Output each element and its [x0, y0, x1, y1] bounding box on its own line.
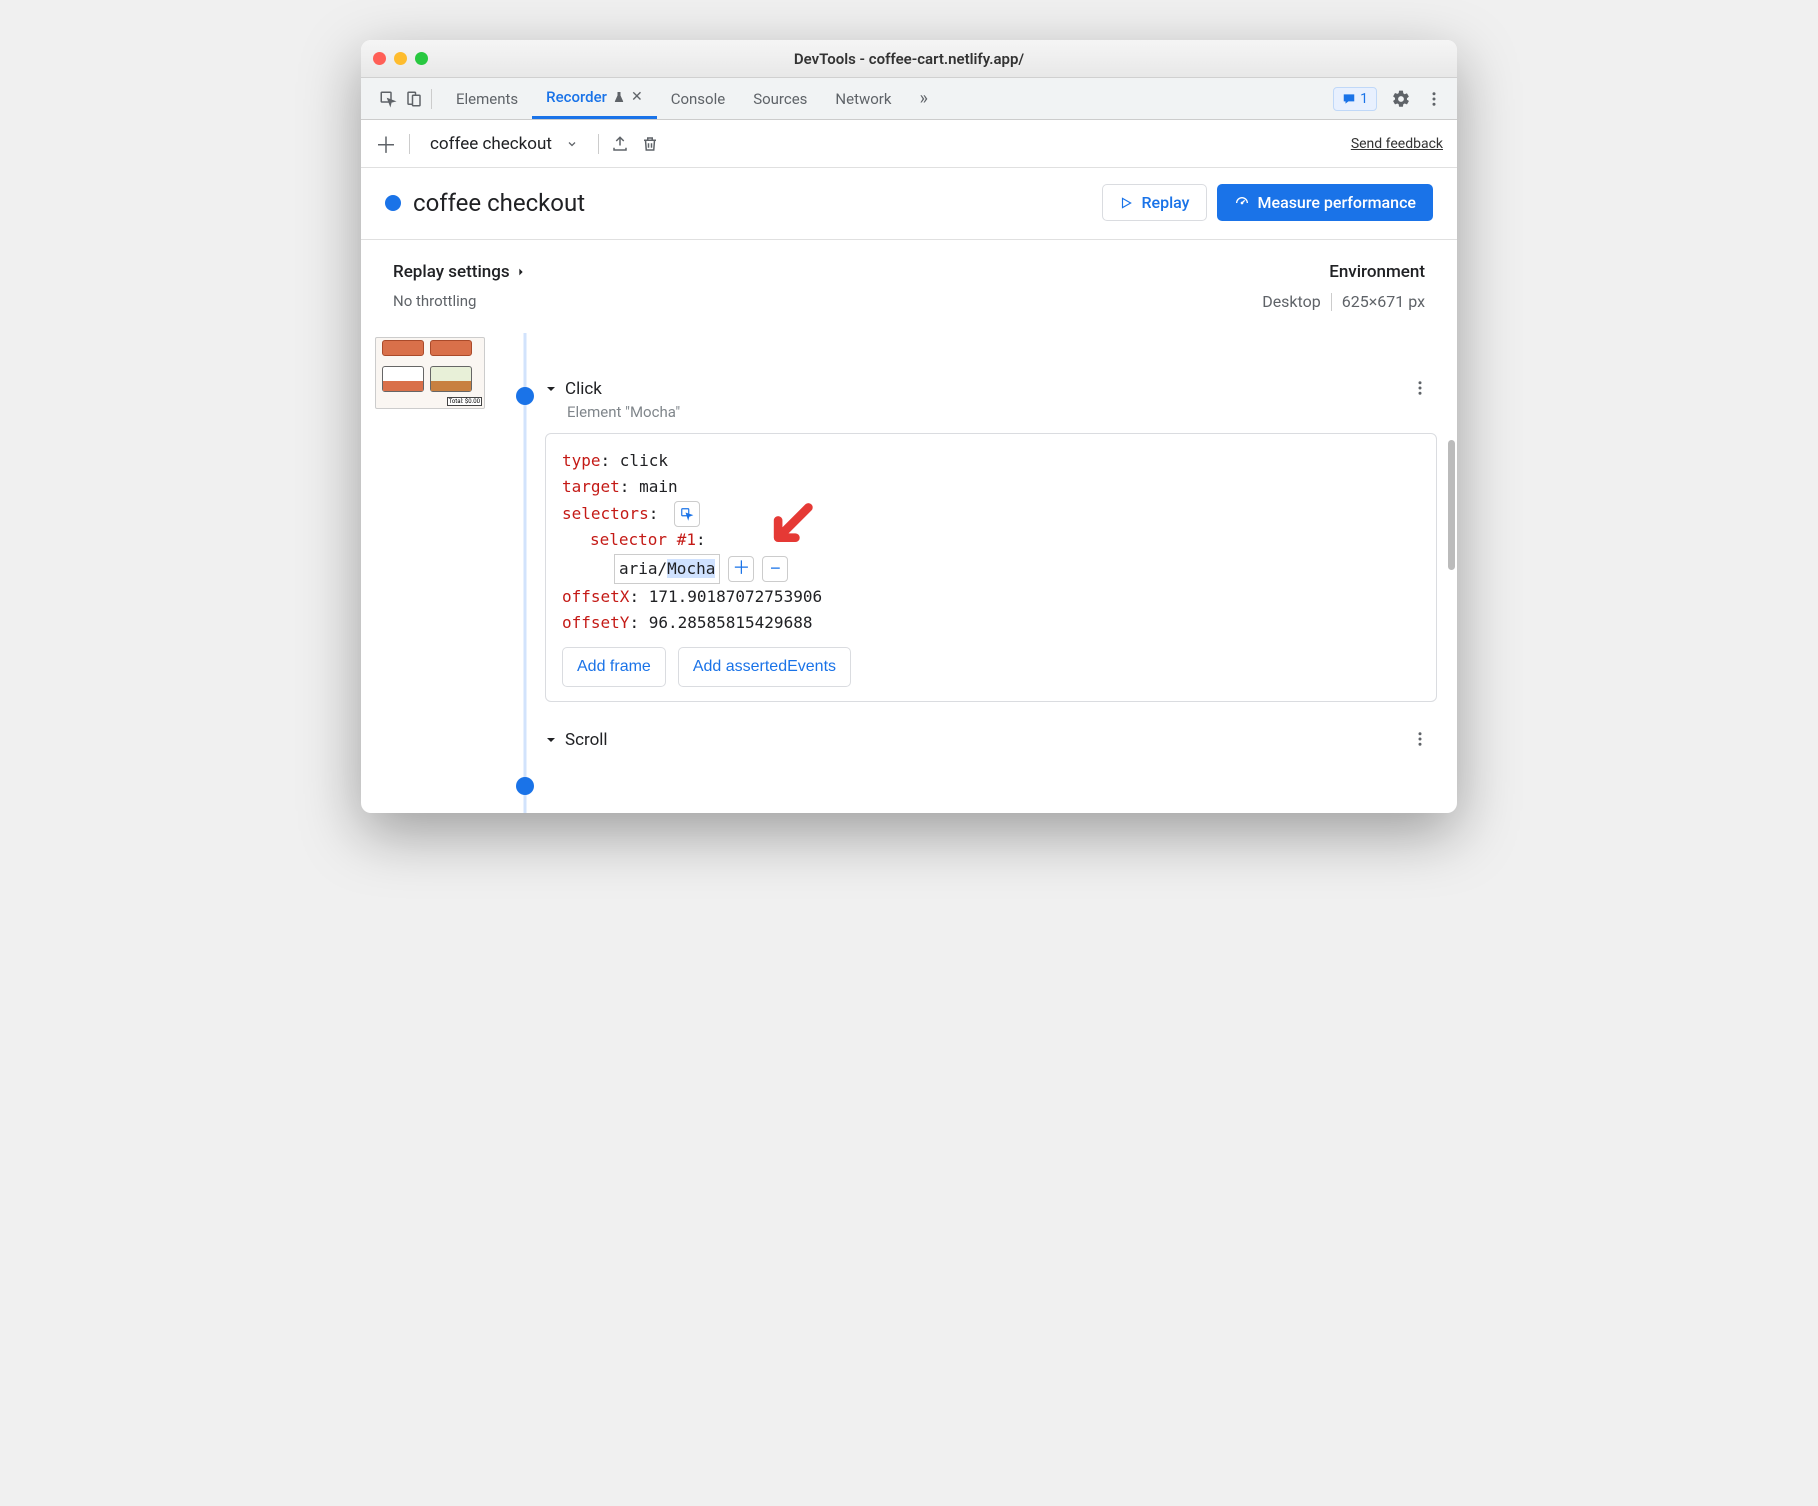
remove-selector-button[interactable]: − [762, 556, 788, 582]
step-title: Scroll [565, 730, 608, 750]
inspect-element-icon[interactable] [379, 90, 397, 108]
tab-elements[interactable]: Elements [442, 78, 532, 119]
chevron-down-icon [566, 138, 578, 150]
gauge-icon [1234, 195, 1250, 211]
add-frame-button[interactable]: Add frame [562, 647, 666, 687]
step-thumbnail: Total: $0.00 [375, 337, 485, 409]
tab-sources[interactable]: Sources [739, 78, 821, 119]
play-icon [1119, 196, 1133, 210]
steps-column: Click Element "Mocha" type: click target… [545, 333, 1443, 813]
delete-icon[interactable] [641, 135, 659, 153]
chevron-right-icon [516, 267, 526, 277]
timeline-rail [505, 333, 545, 813]
step-details: type: click target: main selectors: sele… [545, 433, 1437, 702]
replay-button[interactable]: Replay [1102, 184, 1206, 221]
close-icon[interactable] [373, 52, 386, 65]
scrollbar-thumb[interactable] [1448, 440, 1455, 570]
window-title: DevTools - coffee-cart.netlify.app/ [794, 50, 1024, 68]
kebab-menu-icon[interactable] [1425, 90, 1443, 108]
step-subtitle: Element "Mocha" [567, 403, 1437, 421]
device-toggle-icon[interactable] [405, 90, 423, 108]
recording-selector[interactable]: coffee checkout [422, 130, 586, 158]
env-dimensions: 625×671 px [1342, 292, 1425, 311]
more-tabs-icon[interactable]: » [906, 78, 942, 119]
step-kebab-icon[interactable] [1411, 379, 1429, 397]
chevron-down-icon[interactable] [545, 734, 557, 746]
divider [1331, 293, 1332, 311]
add-asserted-events-button[interactable]: Add assertedEvents [678, 647, 851, 687]
close-tab-icon[interactable]: ✕ [631, 89, 643, 105]
thumbnail-column: Total: $0.00 [375, 333, 505, 813]
export-icon[interactable] [611, 135, 629, 153]
environment-label: Environment [1329, 262, 1425, 282]
devtools-tabbar: Elements Recorder ✕ Console Sources Netw… [361, 78, 1457, 120]
step-title: Click [565, 379, 602, 399]
chevron-down-icon[interactable] [545, 383, 557, 395]
step-click: Click Element "Mocha" type: click target… [545, 379, 1437, 702]
replay-settings-toggle[interactable]: Replay settings [393, 262, 526, 282]
step-dot[interactable] [516, 777, 534, 795]
recording-status-dot [385, 195, 401, 211]
settings-icon[interactable] [1391, 89, 1411, 109]
recorder-toolbar: ＋ coffee checkout Send feedback [361, 120, 1457, 168]
tab-network[interactable]: Network [821, 78, 905, 119]
divider [598, 134, 599, 154]
recording-header: coffee checkout Replay Measure performan… [361, 168, 1457, 240]
env-device: Desktop [1262, 292, 1321, 311]
message-icon [1342, 92, 1356, 106]
step-scroll: Scroll [545, 730, 1437, 750]
pick-selector-icon[interactable] [674, 501, 700, 527]
add-selector-button[interactable]: ＋ [728, 556, 754, 582]
selector-input[interactable]: aria/Mocha [614, 554, 720, 584]
titlebar: DevTools - coffee-cart.netlify.app/ [361, 40, 1457, 78]
minimize-icon[interactable] [394, 52, 407, 65]
settings-row: Replay settings No throttling Environmen… [361, 240, 1457, 333]
step-kebab-icon[interactable] [1411, 730, 1429, 748]
recording-title: coffee checkout [413, 189, 585, 217]
throttling-value: No throttling [393, 292, 526, 310]
tab-recorder[interactable]: Recorder ✕ [532, 78, 657, 119]
measure-performance-button[interactable]: Measure performance [1217, 184, 1434, 221]
messages-badge[interactable]: 1 [1333, 87, 1377, 111]
scrollbar[interactable] [1447, 440, 1455, 753]
flask-icon [613, 91, 625, 103]
add-recording-icon[interactable]: ＋ [375, 128, 397, 160]
send-feedback-link[interactable]: Send feedback [1351, 136, 1443, 152]
timeline-area: Total: $0.00 Click Element "Mocha" [361, 333, 1457, 813]
divider [409, 134, 410, 154]
tab-console[interactable]: Console [657, 78, 740, 119]
devtools-window: DevTools - coffee-cart.netlify.app/ Elem… [361, 40, 1457, 813]
divider [431, 89, 432, 109]
step-dot[interactable] [516, 387, 534, 405]
maximize-icon[interactable] [415, 52, 428, 65]
window-controls [373, 52, 428, 65]
